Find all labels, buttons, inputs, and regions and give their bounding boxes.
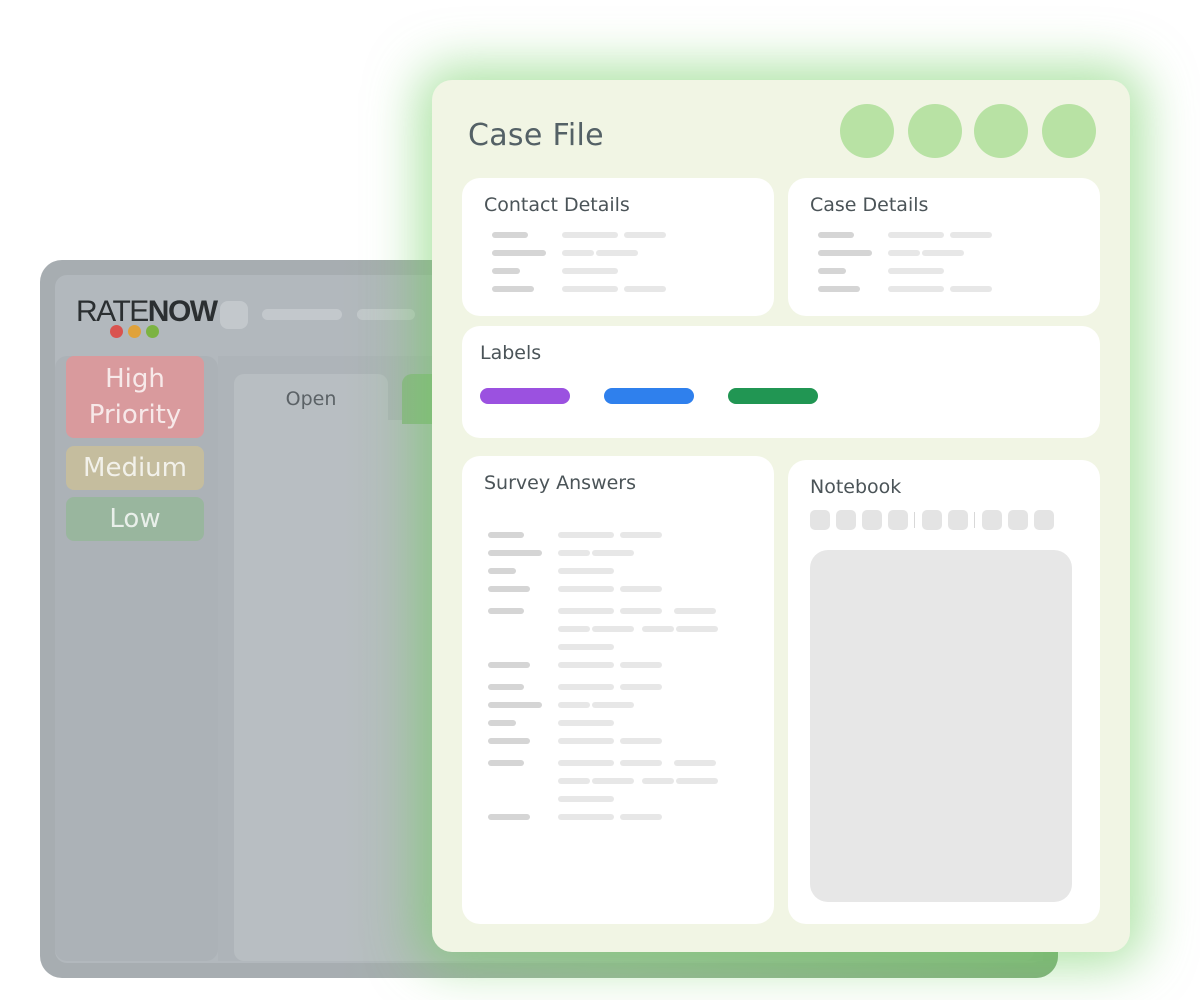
notebook-format-button[interactable] xyxy=(862,510,882,530)
priority-low-label: Low xyxy=(109,504,161,534)
logo-now: NOW xyxy=(147,295,218,328)
notebook-card: Notebook xyxy=(788,460,1100,924)
logo-wordmark: RATENOW xyxy=(76,295,218,328)
label-pill-purple[interactable] xyxy=(480,388,570,404)
notebook-text-area[interactable] xyxy=(810,550,1072,902)
logo-dot-red xyxy=(110,325,123,338)
logo-dot-yellow xyxy=(128,325,141,338)
tab-open-label: Open xyxy=(285,388,337,410)
notebook-format-button[interactable] xyxy=(888,510,908,530)
labels-card: Labels xyxy=(462,326,1100,438)
ratenow-logo: RATENOW xyxy=(76,295,218,344)
notebook-title: Notebook xyxy=(810,476,902,498)
priority-high-button[interactable]: High Priority xyxy=(66,356,204,438)
survey-answers-title: Survey Answers xyxy=(484,472,637,494)
notebook-format-button[interactable] xyxy=(1034,510,1054,530)
stage: RATENOW High Priority Medium Low Open Ca… xyxy=(0,0,1200,1000)
logo-rate: RATE xyxy=(76,295,149,328)
notebook-format-button[interactable] xyxy=(1008,510,1028,530)
priority-medium-button[interactable]: Medium xyxy=(66,446,204,490)
case-file-window: Case File Contact Details Case Details L… xyxy=(432,80,1130,952)
contact-details-card: Contact Details xyxy=(462,178,774,316)
case-file-title: Case File xyxy=(468,118,604,153)
case-details-card: Case Details xyxy=(788,178,1100,316)
label-pill-blue[interactable] xyxy=(604,388,694,404)
notebook-format-button[interactable] xyxy=(982,510,1002,530)
toolbar-divider xyxy=(974,512,975,528)
labels-title: Labels xyxy=(480,342,542,364)
contact-details-title: Contact Details xyxy=(484,194,630,216)
notebook-format-button[interactable] xyxy=(948,510,968,530)
notebook-format-button[interactable] xyxy=(922,510,942,530)
survey-answers-card: Survey Answers xyxy=(462,456,774,924)
header-action-button-3[interactable] xyxy=(974,104,1028,158)
header-action-button-1[interactable] xyxy=(840,104,894,158)
header-action-button-4[interactable] xyxy=(1042,104,1096,158)
case-details-title: Case Details xyxy=(810,194,929,216)
priority-high-label: High Priority xyxy=(88,364,182,430)
toolbar-placeholder-button[interactable] xyxy=(220,301,248,329)
notebook-format-button[interactable] xyxy=(810,510,830,530)
notebook-format-button[interactable] xyxy=(836,510,856,530)
priority-sidebar: High Priority Medium Low xyxy=(55,356,218,961)
priority-low-button[interactable]: Low xyxy=(66,497,204,541)
toolbar-divider xyxy=(914,512,915,528)
label-pill-green[interactable] xyxy=(728,388,818,404)
header-action-button-2[interactable] xyxy=(908,104,962,158)
logo-dot-green xyxy=(146,325,159,338)
toolbar-placeholder-bar xyxy=(262,309,342,320)
priority-medium-label: Medium xyxy=(83,453,187,483)
